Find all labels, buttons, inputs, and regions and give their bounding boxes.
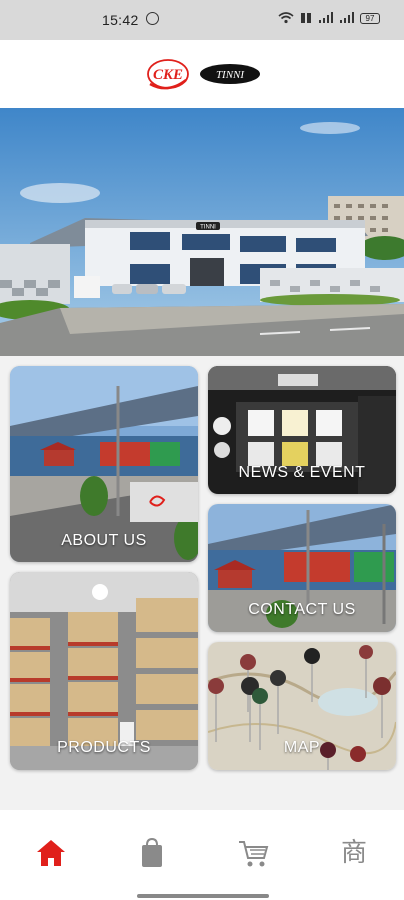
hero-banner: TINNI <box>0 108 404 356</box>
nav-merchant[interactable]: 商 <box>334 836 374 870</box>
status-bar: 15:42 97 <box>0 0 404 40</box>
about-us-tile[interactable]: ABOUT US <box>10 366 198 562</box>
map-tile[interactable]: MAP <box>208 642 396 770</box>
battery-icon: 97 <box>360 12 380 24</box>
news-event-tile[interactable]: NEWS & EVENT <box>208 366 396 494</box>
products-tile[interactable]: PRODUCTS <box>10 572 198 770</box>
home-icon <box>37 840 65 866</box>
cke-logo-text: CKE <box>153 67 183 83</box>
bottom-navigation: 商 <box>0 810 404 900</box>
brand-logo: CKE TINNI <box>147 59 260 90</box>
building-sign: TINNI <box>200 225 216 231</box>
signal-icon <box>319 12 333 23</box>
home-indicator[interactable] <box>137 894 269 898</box>
nav-shop[interactable] <box>132 836 172 870</box>
wifi-icon <box>278 12 294 24</box>
nav-home[interactable] <box>31 836 71 870</box>
contact-us-tile[interactable]: CONTACT US <box>208 504 396 632</box>
shop-glyph-icon: 商 <box>340 838 367 868</box>
news-event-label: NEWS & EVENT <box>238 464 366 481</box>
shopping-bag-icon <box>142 837 162 867</box>
app-header: CKE TINNI <box>0 40 404 108</box>
signal-icon-2 <box>340 12 354 23</box>
about-us-label: ABOUT US <box>61 532 147 549</box>
map-label: MAP <box>283 739 321 756</box>
status-time: 15:42 <box>102 12 139 28</box>
contact-us-label: CONTACT US <box>248 601 356 618</box>
notification-icon <box>146 12 159 25</box>
tinni-logo-text: TINNI <box>216 69 245 81</box>
nav-cart[interactable] <box>233 836 273 870</box>
products-label: PRODUCTS <box>57 739 151 756</box>
battery-level: 97 <box>365 13 375 23</box>
cart-icon <box>239 841 269 867</box>
data-icon <box>301 13 311 23</box>
factory-building-image: TINNI <box>0 108 404 356</box>
status-icons: 97 <box>278 12 380 24</box>
